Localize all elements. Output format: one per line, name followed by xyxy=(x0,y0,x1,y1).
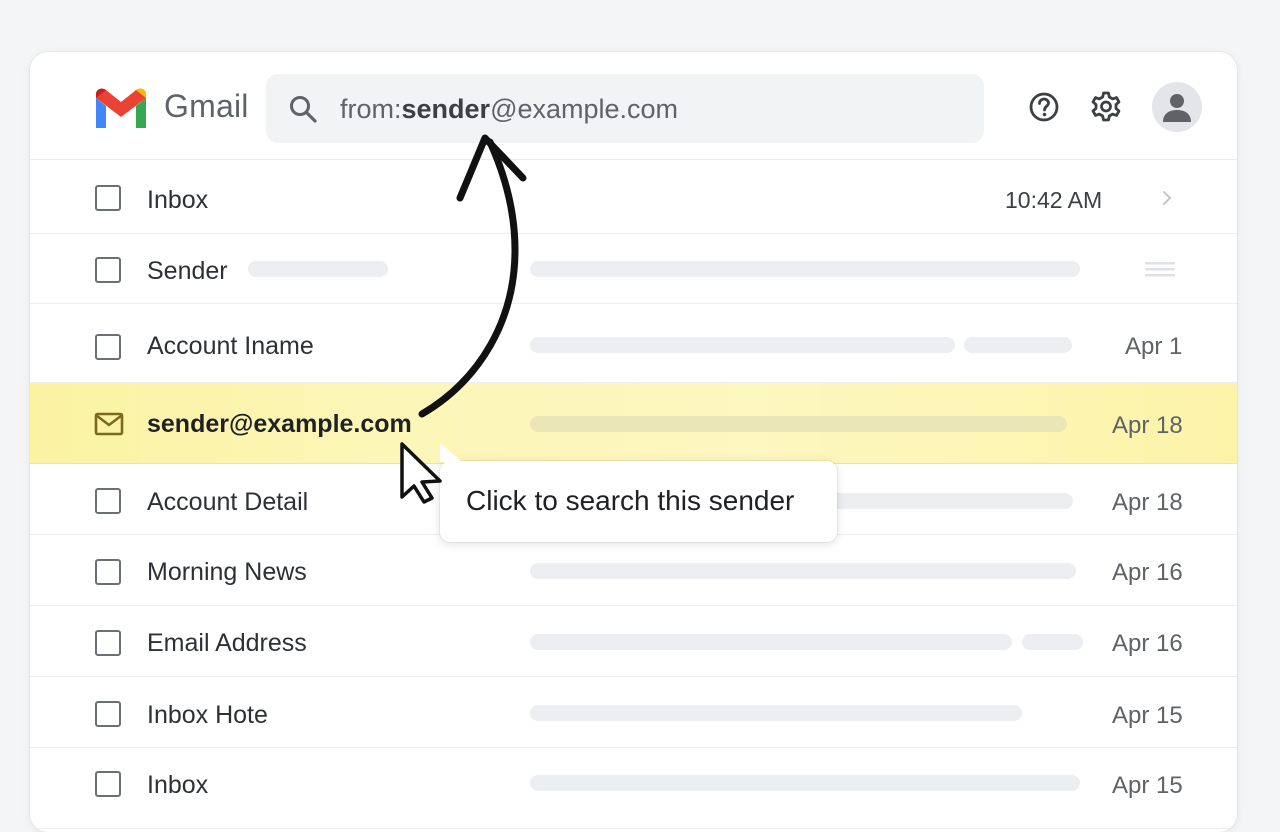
search-bar[interactable]: from:sender@example.com xyxy=(266,74,984,143)
row-sender: Email Address xyxy=(147,629,307,657)
chevron-right-icon[interactable] xyxy=(1161,188,1173,208)
placeholder-bar xyxy=(530,705,1022,721)
row-sender: Inbox xyxy=(147,771,209,799)
row-checkbox[interactable] xyxy=(95,630,121,656)
row-sender: Sender xyxy=(147,257,228,285)
search-icon[interactable] xyxy=(288,94,318,124)
row-date: Apr 18 xyxy=(1112,412,1183,439)
list-item[interactable]: Morning News Apr 16 xyxy=(30,535,1237,606)
list-item[interactable]: Account Iname Apr 1 xyxy=(30,304,1237,383)
placeholder-bar xyxy=(248,261,388,277)
gmail-logo-icon[interactable] xyxy=(92,88,150,132)
search-sender-tooltip: Click to search this sender xyxy=(440,443,837,542)
row-date: Apr 18 xyxy=(1112,489,1183,516)
row-checkbox[interactable] xyxy=(95,771,121,797)
list-item[interactable]: Email Address Apr 16 xyxy=(30,606,1237,677)
row-sender-email[interactable]: sender@example.com xyxy=(147,410,412,439)
row-time: 10:42 AM xyxy=(1005,187,1103,213)
mail-envelope-icon[interactable] xyxy=(94,412,124,436)
placeholder-bar xyxy=(964,337,1072,353)
top-bar: Gmail from:sender@example.com xyxy=(30,52,1237,160)
tooltip-pointer xyxy=(440,443,462,462)
placeholder-bar xyxy=(530,563,1076,579)
row-sender: Morning News xyxy=(147,558,307,586)
row-checkbox[interactable] xyxy=(95,559,121,585)
placeholder-bar xyxy=(530,416,1067,432)
placeholder-bar xyxy=(530,775,1080,791)
row-checkbox[interactable] xyxy=(95,701,121,727)
search-input[interactable]: from:sender@example.com xyxy=(340,94,678,125)
row-date: Apr 15 xyxy=(1112,772,1183,799)
row-date: Apr 1 xyxy=(1125,333,1183,360)
placeholder-bar xyxy=(1022,634,1083,650)
settings-gear-icon[interactable] xyxy=(1089,90,1123,124)
drag-handle-icon[interactable] xyxy=(1145,260,1175,278)
placeholder-bar xyxy=(530,261,1080,277)
row-sender: Account Detail xyxy=(147,488,309,516)
account-avatar-icon[interactable] xyxy=(1152,82,1202,132)
row-date: Apr 16 xyxy=(1112,630,1183,657)
tooltip-text: Click to search this sender xyxy=(466,485,795,516)
placeholder-bar xyxy=(530,337,955,353)
search-prefix: from: xyxy=(340,94,402,124)
list-item[interactable]: Inbox Hote Apr 15 xyxy=(30,677,1237,748)
row-date: Apr 15 xyxy=(1112,702,1183,729)
help-icon[interactable] xyxy=(1027,90,1061,124)
gmail-window: Gmail from:sender@example.com Inbox 10:4… xyxy=(30,52,1237,832)
list-item[interactable]: Inbox Apr 15 xyxy=(30,748,1237,829)
person-icon xyxy=(1163,94,1191,122)
placeholder-bar xyxy=(530,634,1012,650)
brand-name: Gmail xyxy=(164,88,249,124)
placeholder-bar xyxy=(820,493,1073,509)
row-sender: Inbox xyxy=(147,186,209,214)
search-bold-term: sender xyxy=(401,94,491,124)
list-item[interactable]: Sender xyxy=(30,234,1237,304)
list-item[interactable]: Inbox 10:42 AM xyxy=(30,160,1237,234)
row-checkbox[interactable] xyxy=(95,334,121,360)
row-sender: Inbox Hote xyxy=(147,701,268,729)
search-suffix: @example.com xyxy=(490,94,679,124)
list-item-highlighted[interactable]: sender@example.com Apr 18 xyxy=(30,383,1237,464)
row-checkbox[interactable] xyxy=(95,488,121,514)
row-sender: Account Iname xyxy=(147,332,314,360)
row-checkbox[interactable] xyxy=(95,185,121,211)
row-date: Apr 16 xyxy=(1112,559,1183,586)
row-checkbox[interactable] xyxy=(95,257,121,283)
